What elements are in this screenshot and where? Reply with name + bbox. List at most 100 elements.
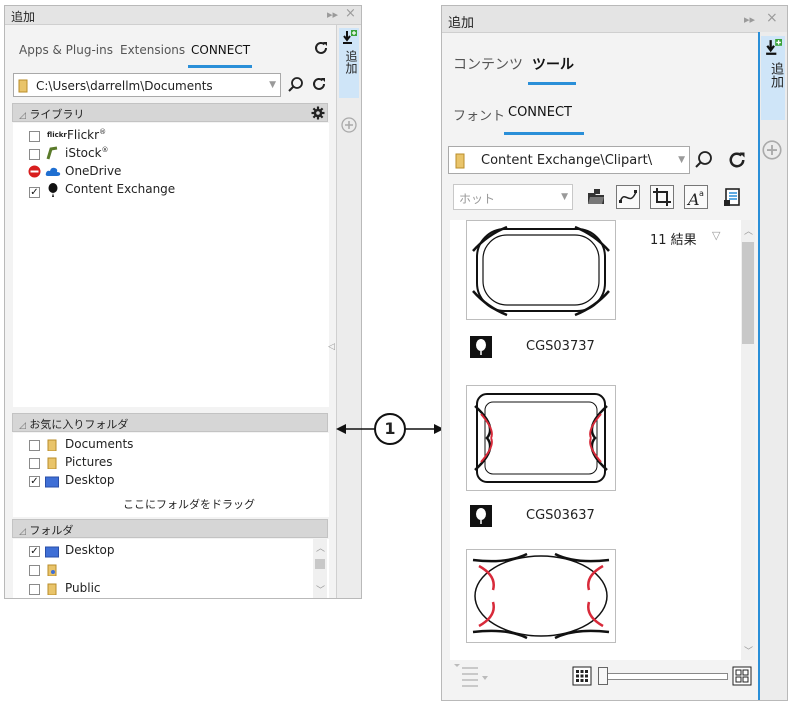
checkbox-documents[interactable] — [29, 440, 40, 451]
thumbnail-size-slider-track[interactable] — [598, 673, 728, 680]
tab-connect-right[interactable]: CONNECT — [508, 105, 572, 120]
library-item-onedrive[interactable]: OneDrive — [65, 164, 121, 178]
clipart-item-code[interactable]: CGS03737 — [526, 339, 595, 354]
scroll-down-icon[interactable]: ﹀ — [316, 583, 325, 596]
template-icon[interactable] — [722, 187, 742, 207]
checkbox-flickr[interactable] — [29, 131, 40, 142]
right-docker-title: 追加 — [448, 16, 475, 31]
search-icon[interactable] — [287, 76, 305, 94]
list-view-icon[interactable] — [452, 662, 492, 692]
library-list: flickr Flickr® iStock® OneDrive ✓ Conten… — [13, 123, 329, 407]
tab-connect[interactable]: CONNECT — [191, 43, 250, 57]
favorite-item-desktop[interactable]: Desktop — [65, 473, 115, 487]
folders-section-title: フォルダ — [29, 524, 74, 537]
download-add-icon — [766, 39, 782, 55]
scroll-thumb[interactable] — [315, 559, 325, 569]
results-scrollbar[interactable]: ︿ ﹀ — [741, 220, 755, 660]
scroll-down-icon[interactable]: ﹀ — [744, 644, 753, 657]
refresh-icon[interactable] — [727, 150, 747, 170]
add-docker-plus-icon[interactable] — [341, 117, 357, 133]
add-docker-plus-icon[interactable] — [762, 140, 782, 160]
folders-scrollbar[interactable]: ︿ ﹀ — [313, 539, 327, 598]
favorite-item-pictures[interactable]: Pictures — [65, 455, 113, 469]
right-side-tab-add[interactable]: 追加 — [761, 36, 785, 120]
clipart-thumbnail[interactable] — [466, 385, 616, 491]
results-count: 11 結果 — [650, 233, 697, 248]
search-icon[interactable] — [694, 150, 714, 170]
tab-apps-plugins[interactable]: Apps & Plug-ins — [19, 43, 113, 57]
path-combo[interactable]: C:\Users\darrellm\Documents ▼ — [13, 73, 281, 97]
content-exchange-item-icon — [470, 336, 492, 358]
scroll-up-icon[interactable]: ︿ — [744, 224, 753, 237]
tab-connect-right-underline — [504, 132, 584, 135]
large-thumbnails-icon[interactable] — [732, 666, 752, 686]
expand-triangle-icon: ◿ — [19, 527, 26, 537]
checkbox-desktop[interactable]: ✓ — [29, 476, 40, 487]
checkbox-folder-desktop[interactable]: ✓ — [29, 546, 40, 557]
chevron-down-icon[interactable]: ▼ — [561, 192, 568, 202]
clipart-thumbnail[interactable] — [466, 220, 616, 320]
right-side-tab-strip — [758, 32, 787, 700]
library-section-header[interactable]: ◿ ライブラリ — [12, 103, 328, 122]
favorites-section-header[interactable]: ◿ お気に入りフォルダ — [12, 413, 328, 432]
desktop-folder-icon — [45, 476, 59, 488]
scroll-up-icon[interactable]: ︿ — [316, 541, 325, 554]
font-tool-button[interactable]: Aa — [684, 185, 708, 209]
close-icon[interactable]: × — [345, 6, 356, 21]
crop-tool-button[interactable] — [650, 185, 674, 209]
chevron-down-icon[interactable]: ▼ — [269, 80, 276, 90]
onedrive-cloud-icon — [45, 167, 61, 176]
small-thumbnails-icon[interactable] — [572, 666, 592, 686]
right-docker-titlebar: 追加 ▸▸ × — [442, 6, 787, 33]
checkbox-folder-user[interactable] — [29, 565, 40, 576]
folder-icon — [47, 583, 57, 595]
checkbox-istock[interactable] — [29, 149, 40, 160]
library-item-istock[interactable]: iStock® — [65, 146, 109, 160]
content-exchange-item-icon — [470, 505, 492, 527]
content-exchange-balloon-icon — [48, 183, 58, 197]
desktop-folder-icon — [45, 546, 59, 558]
flickr-logo-icon: flickr — [47, 131, 67, 139]
sort-filter-combo[interactable]: ホット ▼ — [453, 184, 573, 210]
expand-triangle-icon: ◿ — [19, 111, 26, 121]
curve-tool-button[interactable] — [616, 185, 640, 209]
font-icon: Aa — [686, 189, 704, 209]
svg-text:a: a — [699, 189, 704, 198]
side-tab-label: 追加 — [344, 50, 358, 74]
refresh-icon-path[interactable] — [311, 76, 327, 92]
right-path-combo[interactable]: Content Exchange\Clipart\ ▼ — [448, 146, 690, 174]
favorites-section-title: お気に入りフォルダ — [29, 418, 129, 431]
library-item-content-exchange[interactable]: Content Exchange — [65, 182, 175, 196]
right-side-tab-label: 追加 — [768, 62, 783, 88]
clipart-thumbnail[interactable] — [466, 549, 616, 643]
library-item-flickr[interactable]: Flickr® — [67, 128, 106, 142]
sort-toggle-icon[interactable]: ▽ — [712, 229, 720, 242]
gear-icon[interactable] — [311, 106, 325, 120]
collapse-arrow-icon[interactable]: ◁ — [328, 342, 335, 352]
collapse-icon[interactable]: ▸▸ — [744, 13, 755, 26]
refresh-icon[interactable] — [313, 40, 329, 56]
tab-extensions[interactable]: Extensions — [120, 43, 185, 57]
tab-tools[interactable]: ツール — [532, 54, 574, 74]
thumbnail-size-slider-handle[interactable] — [598, 667, 608, 685]
clipart-item-code[interactable]: CGS03637 — [526, 508, 595, 523]
favorite-item-documents[interactable]: Documents — [65, 437, 133, 451]
close-icon[interactable]: × — [766, 10, 778, 26]
scroll-thumb[interactable] — [742, 242, 754, 344]
curve-icon — [619, 190, 637, 203]
tab-fonts[interactable]: フォント — [453, 105, 505, 124]
folders-section-header[interactable]: ◿ フォルダ — [12, 519, 328, 538]
open-folder-icon[interactable] — [586, 187, 606, 207]
collapse-icon[interactable]: ▸▸ — [327, 8, 338, 21]
ornate-frame-image — [472, 225, 610, 317]
folder-item-public[interactable]: Public — [65, 581, 101, 595]
checkbox-pictures[interactable] — [29, 458, 40, 469]
side-tab-add[interactable]: 追加 — [339, 28, 359, 98]
checkbox-folder-public[interactable] — [29, 584, 40, 595]
folder-item-desktop[interactable]: Desktop — [65, 543, 115, 557]
checkbox-content-exchange[interactable]: ✓ — [29, 187, 40, 198]
callout-number: 1 — [384, 419, 396, 438]
expand-triangle-icon: ◿ — [19, 421, 26, 431]
chevron-down-icon[interactable]: ▼ — [678, 155, 685, 165]
tab-contents[interactable]: コンテンツ — [453, 54, 523, 74]
